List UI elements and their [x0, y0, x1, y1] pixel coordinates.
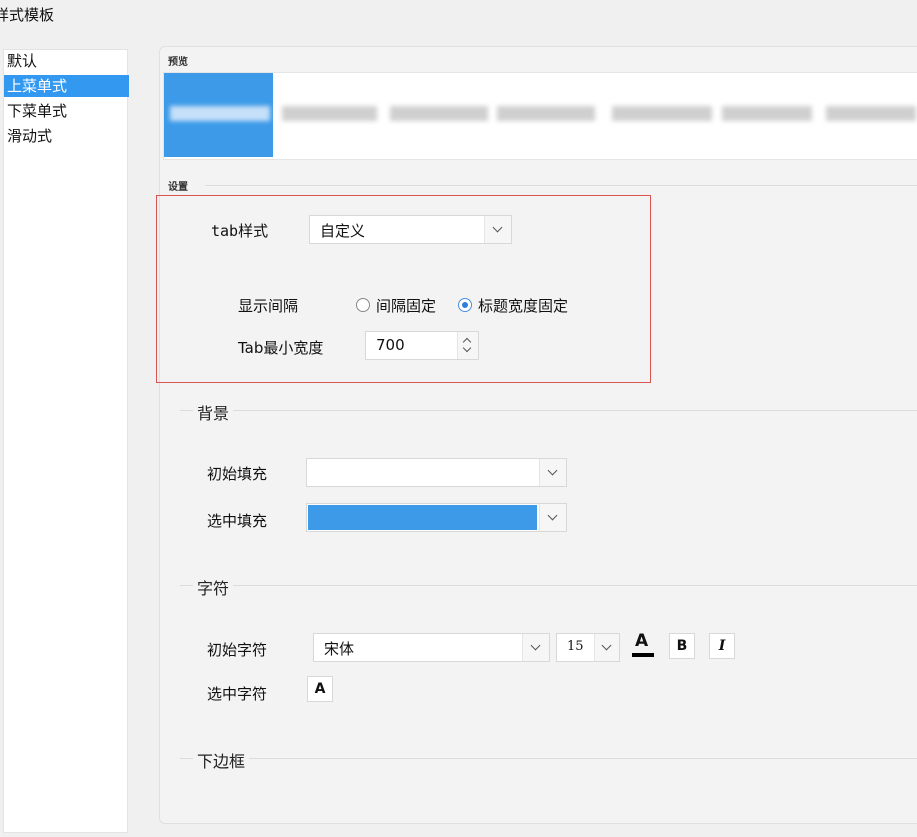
list-item-default[interactable]: 默认	[4, 50, 129, 72]
divider	[180, 410, 917, 411]
selected-char-label: 选中字符	[207, 685, 268, 703]
selected-fill-select[interactable]	[306, 503, 567, 532]
font-family-select[interactable]: 宋体	[313, 633, 550, 662]
divider	[205, 185, 917, 186]
preview-tab-text	[612, 106, 712, 121]
chevron-down-icon[interactable]	[594, 634, 619, 661]
chevron-down-icon[interactable]	[484, 216, 511, 243]
settings-label: 设置	[168, 182, 188, 193]
background-label: 背景	[193, 400, 234, 424]
chevron-down-icon[interactable]	[539, 459, 566, 486]
initial-fill-select[interactable]	[306, 458, 567, 487]
font-size-select[interactable]: 15	[556, 633, 620, 662]
radio-fixed-title-width-label[interactable]: 标题宽度固定	[478, 295, 568, 316]
divider	[180, 585, 917, 586]
radio-fixed-interval[interactable]	[356, 298, 370, 312]
tab-style-label: tab样式	[211, 222, 269, 240]
preview-tab-text	[390, 106, 488, 121]
list-item-bottom-menu[interactable]: 下菜单式	[4, 100, 129, 122]
list-item-sliding[interactable]: 滑动式	[4, 125, 129, 147]
tab-style-value: 自定义	[320, 222, 366, 240]
bold-icon: B	[676, 638, 688, 654]
bottom-border-label: 下边框	[193, 748, 250, 772]
radio-fixed-title-width[interactable]	[458, 298, 472, 312]
tab-style-select[interactable]: 自定义	[309, 215, 512, 244]
font-size-value: 15	[567, 639, 584, 654]
list-item-top-menu[interactable]: 上菜单式	[4, 75, 129, 97]
preview-tab-text	[826, 106, 916, 121]
font-color-bar	[632, 653, 654, 657]
selected-font-color-button[interactable]: A	[307, 676, 333, 702]
selected-fill-label: 选中填充	[207, 512, 268, 530]
spinner-arrows-icon[interactable]	[457, 332, 478, 359]
preview-tab-text	[170, 106, 270, 121]
tab-min-width-label: Tab最小宽度	[238, 339, 324, 357]
font-color-button[interactable]: A	[629, 630, 657, 660]
italic-button[interactable]: I	[709, 633, 735, 659]
initial-fill-label: 初始填充	[207, 465, 268, 483]
font-color-icon: A	[635, 631, 649, 651]
initial-char-label: 初始字符	[207, 641, 268, 659]
style-template-list[interactable]: 默认 上菜单式 下菜单式 滑动式	[3, 49, 129, 833]
preview-tab-text	[282, 106, 377, 121]
display-interval-label: 显示间隔	[238, 297, 299, 315]
chevron-down-icon[interactable]	[522, 634, 549, 661]
selected-fill-swatch	[308, 505, 537, 530]
characters-label: 字符	[193, 575, 234, 599]
chevron-down-icon[interactable]	[539, 504, 566, 531]
italic-icon: I	[718, 638, 726, 654]
window-title: 样式模板	[0, 6, 55, 24]
settings-panel	[159, 46, 917, 824]
preview-tab-text	[497, 106, 595, 121]
bold-button[interactable]: B	[669, 633, 695, 659]
radio-fixed-interval-label[interactable]: 间隔固定	[376, 295, 436, 316]
preview-label: 预览	[168, 57, 188, 68]
preview-tab-text	[722, 106, 812, 121]
tab-min-width-value: 700	[376, 336, 405, 354]
font-color-icon: A	[314, 681, 326, 697]
divider	[180, 758, 917, 759]
tab-min-width-spinner[interactable]: 700	[365, 331, 479, 360]
font-family-value: 宋体	[324, 640, 355, 658]
